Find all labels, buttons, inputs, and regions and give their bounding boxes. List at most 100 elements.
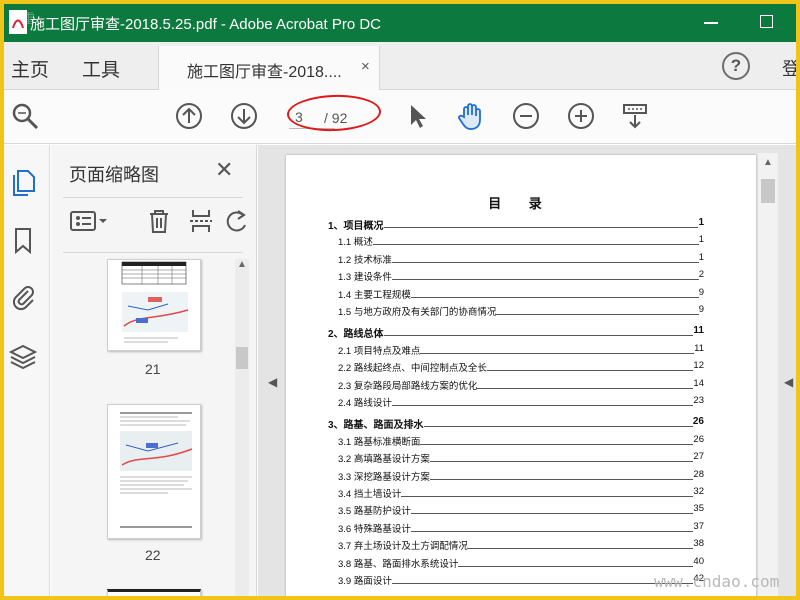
select-cursor-icon[interactable]	[402, 101, 432, 131]
toc-entry-title: 2.2 路线起终点、中间控制点及全长	[338, 363, 487, 375]
toc-entry-page: 1	[698, 217, 704, 228]
page-display-icon[interactable]	[620, 101, 650, 131]
toc-entry[interactable]: 3.2 高填路基设计方案 27	[286, 451, 756, 465]
toc-entry[interactable]: 1.1 概述 1	[286, 234, 756, 248]
thumbnail-options-icon[interactable]	[69, 207, 111, 235]
toc-entry[interactable]: 2.4 路线设计 23	[286, 395, 756, 409]
toc-entry-title: 3.9 路面设计	[338, 576, 392, 587]
expand-right-panel-icon[interactable]: ◀	[784, 375, 793, 389]
acrobat-window: 雷 施工图厅审查-2018.5.25.pdf - Adobe Acrobat P…	[4, 4, 796, 596]
thumbnail-scrollbar[interactable]: ▲	[235, 259, 249, 596]
toc-entry[interactable]: 3.4 挡土墙设计 32	[286, 486, 756, 500]
tab-home[interactable]: 主页	[11, 55, 49, 82]
rotate-page-icon[interactable]	[223, 207, 251, 235]
toc-leader-line	[458, 565, 693, 567]
toc-leader-line	[420, 443, 693, 445]
toc-entry-title: 1.4 主要工程规模	[338, 289, 411, 301]
toc-entry-page: 11	[693, 325, 704, 337]
document-viewport[interactable]: ◀ 目 录 1、项目概况 1 1.1 概述 1 1.2 技术标准 1 1.3 建设条件 2 1.…	[258, 145, 796, 596]
close-panel-icon[interactable]: ✕	[215, 157, 233, 183]
bookmark-icon[interactable]	[8, 225, 38, 255]
toc-entry[interactable]: 2、路线总体 11	[286, 325, 756, 341]
scroll-up-icon[interactable]: ▲	[237, 259, 247, 270]
thumbnail-page[interactable]	[107, 259, 201, 351]
panel-title: 页面缩略图	[69, 165, 159, 185]
toc-entry-page: 1	[698, 251, 704, 263]
toc-leader-line	[411, 530, 693, 532]
toc-entry[interactable]: 3.5 路基防护设计 35	[286, 503, 756, 517]
toc-leader-line	[384, 227, 698, 228]
toc-entry-title: 3.1 路基标准横断面	[338, 436, 421, 448]
delete-page-icon[interactable]	[145, 207, 173, 235]
toc-entry[interactable]: 1、项目概况 1	[286, 217, 756, 232]
toc-entry[interactable]: 3、路基、路面及排水 26	[286, 416, 756, 432]
page-thumbnails-icon[interactable]	[8, 167, 38, 197]
toc-entry-page: 9	[698, 286, 704, 298]
toc-leader-line	[487, 370, 693, 372]
page-up-icon[interactable]	[174, 101, 204, 131]
toc-entry-title: 2、路线总体	[328, 329, 384, 341]
close-tab-icon[interactable]: ×	[361, 58, 370, 75]
toc-entry[interactable]: 3.6 特殊路基设计 37	[286, 521, 756, 535]
toc-entry-title: 3.8 路基、路面排水系统设计	[338, 558, 459, 570]
zoom-search-icon[interactable]	[10, 101, 40, 131]
toc-entry[interactable]: 3.1 路基标准横断面 26	[286, 434, 756, 448]
toc-entry-page: 2	[698, 269, 704, 281]
thumbnail-panel: 页面缩略图 ✕ 21 22 ▲	[51, 145, 257, 596]
collapse-left-panel-icon[interactable]: ◀	[268, 375, 277, 389]
maximize-button[interactable]	[760, 15, 773, 28]
toc-entry-page: 27	[693, 451, 704, 463]
sign-in-button[interactable]: 登	[782, 55, 796, 81]
toc-entry[interactable]: 2.2 路线起终点、中间控制点及全长 12	[286, 360, 756, 374]
toc-entry[interactable]: 2.3 复杂路段局部路线方案的优化 14	[286, 378, 756, 392]
toc-leader-line	[477, 387, 693, 389]
thumbnail-preview	[121, 261, 189, 343]
toc-entry[interactable]: 3.8 路基、路面排水系统设计 40	[286, 556, 756, 570]
minimize-button[interactable]	[704, 22, 718, 24]
toc-entry[interactable]: 1.4 主要工程规模 9	[286, 287, 756, 301]
thumbnail-page[interactable]	[107, 404, 201, 539]
document-scrollbar[interactable]: ▲	[758, 153, 778, 596]
tab-tools[interactable]: 工具	[82, 55, 120, 82]
thumbnail-preview	[120, 412, 193, 528]
toc-entry-page: 32	[693, 486, 704, 497]
extract-pages-icon[interactable]	[187, 207, 215, 235]
thumbnail-page-number: 21	[145, 361, 161, 377]
toc-entry-page: 26	[693, 433, 704, 445]
toc-entry[interactable]: 1.2 技术标准 1	[286, 252, 756, 266]
toc-entry[interactable]: 1.3 建设条件 2	[286, 269, 756, 283]
toc-entry-page: 23	[693, 395, 704, 406]
toc-entry-title: 3、路基、路面及排水	[328, 420, 424, 432]
scrollbar-thumb[interactable]	[236, 347, 248, 369]
toc-leader-line	[430, 478, 693, 480]
toc-entry-title: 3.4 挡土墙设计	[338, 489, 402, 500]
toc-entry-page: 11	[694, 342, 704, 354]
toc-entry[interactable]: 2.1 项目特点及难点 11	[286, 343, 756, 357]
toc-entry-page: 1	[698, 234, 704, 246]
toc-leader-line	[420, 352, 694, 354]
toc-entry-page: 12	[693, 360, 704, 372]
toc-leader-line	[392, 261, 699, 263]
scroll-up-icon[interactable]: ▲	[763, 157, 773, 168]
tab-bar: 主页 工具 施工图厅审查-2018.... × ? 登	[4, 42, 796, 90]
toc-heading: 目 录	[488, 196, 554, 211]
document-tab[interactable]: 施工图厅审查-2018.... ×	[158, 46, 380, 90]
pdf-page: 目 录 1、项目概况 1 1.1 概述 1 1.2 技术标准 1 1.3 建设条件 2 1.4 …	[286, 155, 756, 596]
thumbnail-page[interactable]	[107, 589, 201, 596]
layers-icon[interactable]	[8, 341, 38, 371]
toc-entry-page: 9	[698, 304, 704, 315]
toc-entry[interactable]: 3.3 深挖路基设计方案 28	[286, 469, 756, 483]
toc-entry-title: 1.3 建设条件	[338, 272, 392, 284]
hand-icon[interactable]	[456, 101, 486, 131]
navigation-rail	[4, 145, 50, 596]
scrollbar-thumb[interactable]	[761, 179, 775, 203]
toc-leader-line	[424, 426, 693, 428]
toc-entry[interactable]: 3.7 弃土场设计及土方调配情况 38	[286, 538, 756, 552]
page-down-icon[interactable]	[229, 101, 259, 131]
help-icon[interactable]: ?	[722, 52, 750, 80]
toc-entry[interactable]: 1.5 与地方政府及有关部门的协商情况 9	[286, 304, 756, 318]
zoom-in-icon[interactable]	[566, 101, 596, 131]
attachment-icon[interactable]	[8, 281, 38, 311]
zoom-out-icon[interactable]	[511, 101, 541, 131]
toc-leader-line	[392, 405, 693, 406]
